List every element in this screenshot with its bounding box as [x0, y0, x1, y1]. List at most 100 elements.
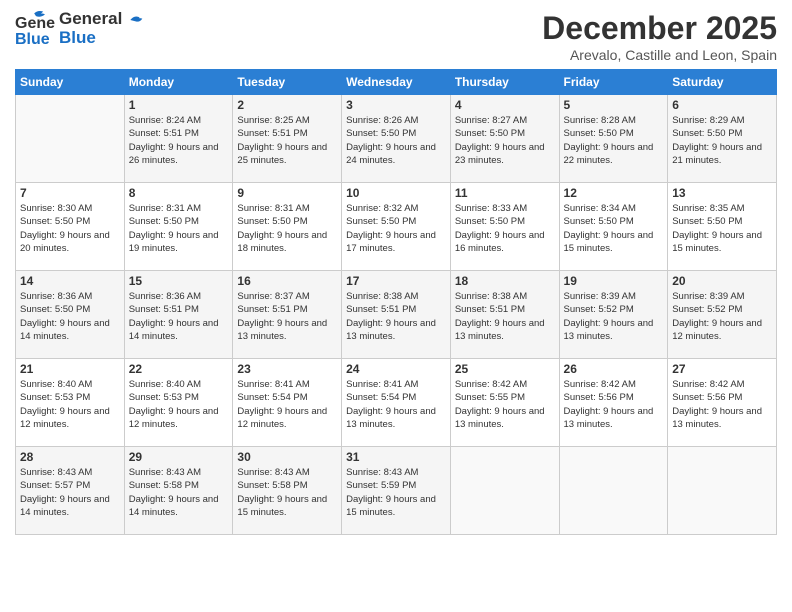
- day-info: Sunrise: 8:25 AM Sunset: 5:51 PM Dayligh…: [237, 114, 337, 167]
- calendar-cell: 6 Sunrise: 8:29 AM Sunset: 5:50 PM Daylig…: [668, 95, 777, 183]
- calendar-cell: 18Sunrise: 8:38 AM Sunset: 5:51 PM Dayli…: [450, 271, 559, 359]
- calendar-header: SundayMondayTuesdayWednesdayThursdayFrid…: [16, 70, 777, 95]
- calendar-cell: 31 Sunrise: 8:43 AM Sunset: 5:59 PM Dayli…: [342, 447, 451, 535]
- page-container: General Blue General Blue Decembe: [0, 0, 792, 545]
- day-number: 29: [129, 450, 229, 464]
- day-info: Sunrise: 8:42 AM Sunset: 5:56 PM Dayligh…: [564, 378, 664, 431]
- day-info: Sunrise: 8:28 AM Sunset: 5:50 PM Dayligh…: [564, 114, 664, 167]
- calendar-cell: 9 Sunrise: 8:31 AM Sunset: 5:50 PM Daylig…: [233, 183, 342, 271]
- day-number: 28: [20, 450, 120, 464]
- day-number: 19: [564, 274, 664, 288]
- day-info: Sunrise: 8:26 AM Sunset: 5:50 PM Dayligh…: [346, 114, 446, 167]
- day-info: Sunrise: 8:39 AM Sunset: 5:52 PM Dayligh…: [672, 290, 772, 343]
- day-number: 21: [20, 362, 120, 376]
- day-info: Sunrise: 8:32 AM Sunset: 5:50 PM Dayligh…: [346, 202, 446, 255]
- title-block: December 2025 Arevalo, Castille and Leon…: [542, 10, 777, 63]
- week-row-1: 1 Sunrise: 8:24 AM Sunset: 5:51 PM Daylig…: [16, 95, 777, 183]
- day-info: Sunrise: 8:34 AM Sunset: 5:50 PM Dayligh…: [564, 202, 664, 255]
- day-info: Sunrise: 8:43 AM Sunset: 5:59 PM Dayligh…: [346, 466, 446, 519]
- weekday-header-saturday: Saturday: [668, 70, 777, 95]
- week-row-5: 28Sunrise: 8:43 AM Sunset: 5:57 PM Dayli…: [16, 447, 777, 535]
- logo-line1: General: [59, 10, 149, 29]
- week-row-3: 14Sunrise: 8:36 AM Sunset: 5:50 PM Dayli…: [16, 271, 777, 359]
- day-info: Sunrise: 8:33 AM Sunset: 5:50 PM Dayligh…: [455, 202, 555, 255]
- calendar-cell: [16, 95, 125, 183]
- calendar-cell: 28Sunrise: 8:43 AM Sunset: 5:57 PM Dayli…: [16, 447, 125, 535]
- day-number: 26: [564, 362, 664, 376]
- day-number: 18: [455, 274, 555, 288]
- calendar-cell: 19 Sunrise: 8:39 AM Sunset: 5:52 PM Dayli…: [559, 271, 668, 359]
- calendar-cell: 14Sunrise: 8:36 AM Sunset: 5:50 PM Dayli…: [16, 271, 125, 359]
- day-number: 27: [672, 362, 772, 376]
- calendar-cell: 13 Sunrise: 8:35 AM Sunset: 5:50 PM Dayli…: [668, 183, 777, 271]
- calendar-cell: [450, 447, 559, 535]
- logo-icon: General Blue: [15, 10, 55, 48]
- calendar-cell: 8 Sunrise: 8:31 AM Sunset: 5:50 PM Daylig…: [124, 183, 233, 271]
- calendar-cell: 30Sunrise: 8:43 AM Sunset: 5:58 PM Dayli…: [233, 447, 342, 535]
- day-number: 8: [129, 186, 229, 200]
- day-number: 31: [346, 450, 446, 464]
- day-info: Sunrise: 8:24 AM Sunset: 5:51 PM Dayligh…: [129, 114, 229, 167]
- calendar-cell: 15 Sunrise: 8:36 AM Sunset: 5:51 PM Dayli…: [124, 271, 233, 359]
- day-info: Sunrise: 8:31 AM Sunset: 5:50 PM Dayligh…: [129, 202, 229, 255]
- calendar-cell: 16 Sunrise: 8:37 AM Sunset: 5:51 PM Dayli…: [233, 271, 342, 359]
- day-number: 7: [20, 186, 120, 200]
- day-info: Sunrise: 8:35 AM Sunset: 5:50 PM Dayligh…: [672, 202, 772, 255]
- day-number: 4: [455, 98, 555, 112]
- day-info: Sunrise: 8:31 AM Sunset: 5:50 PM Dayligh…: [237, 202, 337, 255]
- day-info: Sunrise: 8:43 AM Sunset: 5:58 PM Dayligh…: [237, 466, 337, 519]
- day-number: 9: [237, 186, 337, 200]
- page-subtitle: Arevalo, Castille and Leon, Spain: [542, 47, 777, 63]
- calendar-cell: 1 Sunrise: 8:24 AM Sunset: 5:51 PM Daylig…: [124, 95, 233, 183]
- week-row-4: 21 Sunrise: 8:40 AM Sunset: 5:53 PM Dayli…: [16, 359, 777, 447]
- calendar-cell: 4 Sunrise: 8:27 AM Sunset: 5:50 PM Daylig…: [450, 95, 559, 183]
- calendar-cell: 5 Sunrise: 8:28 AM Sunset: 5:50 PM Daylig…: [559, 95, 668, 183]
- day-info: Sunrise: 8:43 AM Sunset: 5:58 PM Dayligh…: [129, 466, 229, 519]
- calendar-cell: 3 Sunrise: 8:26 AM Sunset: 5:50 PM Daylig…: [342, 95, 451, 183]
- day-number: 14: [20, 274, 120, 288]
- weekday-header-tuesday: Tuesday: [233, 70, 342, 95]
- logo-line2: Blue: [59, 29, 149, 48]
- day-info: Sunrise: 8:41 AM Sunset: 5:54 PM Dayligh…: [237, 378, 337, 431]
- calendar-cell: [559, 447, 668, 535]
- day-info: Sunrise: 8:37 AM Sunset: 5:51 PM Dayligh…: [237, 290, 337, 343]
- day-number: 20: [672, 274, 772, 288]
- day-info: Sunrise: 8:40 AM Sunset: 5:53 PM Dayligh…: [129, 378, 229, 431]
- day-info: Sunrise: 8:29 AM Sunset: 5:50 PM Dayligh…: [672, 114, 772, 167]
- weekday-header-thursday: Thursday: [450, 70, 559, 95]
- calendar-cell: 25Sunrise: 8:42 AM Sunset: 5:55 PM Dayli…: [450, 359, 559, 447]
- weekday-header-monday: Monday: [124, 70, 233, 95]
- day-number: 16: [237, 274, 337, 288]
- day-info: Sunrise: 8:41 AM Sunset: 5:54 PM Dayligh…: [346, 378, 446, 431]
- day-number: 13: [672, 186, 772, 200]
- weekday-header-sunday: Sunday: [16, 70, 125, 95]
- day-number: 6: [672, 98, 772, 112]
- day-info: Sunrise: 8:40 AM Sunset: 5:53 PM Dayligh…: [20, 378, 120, 431]
- calendar-cell: 24 Sunrise: 8:41 AM Sunset: 5:54 PM Dayli…: [342, 359, 451, 447]
- svg-text:Blue: Blue: [15, 31, 50, 48]
- day-info: Sunrise: 8:27 AM Sunset: 5:50 PM Dayligh…: [455, 114, 555, 167]
- calendar-cell: 22Sunrise: 8:40 AM Sunset: 5:53 PM Dayli…: [124, 359, 233, 447]
- calendar-cell: 29 Sunrise: 8:43 AM Sunset: 5:58 PM Dayli…: [124, 447, 233, 535]
- weekday-header-row: SundayMondayTuesdayWednesdayThursdayFrid…: [16, 70, 777, 95]
- calendar-cell: 21 Sunrise: 8:40 AM Sunset: 5:53 PM Dayli…: [16, 359, 125, 447]
- day-number: 24: [346, 362, 446, 376]
- day-info: Sunrise: 8:38 AM Sunset: 5:51 PM Dayligh…: [346, 290, 446, 343]
- day-number: 15: [129, 274, 229, 288]
- calendar-cell: 12 Sunrise: 8:34 AM Sunset: 5:50 PM Dayli…: [559, 183, 668, 271]
- day-info: Sunrise: 8:42 AM Sunset: 5:56 PM Dayligh…: [672, 378, 772, 431]
- bird-icon: [129, 13, 149, 27]
- day-number: 1: [129, 98, 229, 112]
- page-title: December 2025: [542, 10, 777, 47]
- page-header: General Blue General Blue Decembe: [15, 10, 777, 63]
- logo: General Blue General Blue: [15, 10, 149, 48]
- day-info: Sunrise: 8:39 AM Sunset: 5:52 PM Dayligh…: [564, 290, 664, 343]
- day-number: 2: [237, 98, 337, 112]
- day-info: Sunrise: 8:36 AM Sunset: 5:51 PM Dayligh…: [129, 290, 229, 343]
- day-number: 12: [564, 186, 664, 200]
- day-number: 17: [346, 274, 446, 288]
- day-number: 3: [346, 98, 446, 112]
- calendar-cell: 10Sunrise: 8:32 AM Sunset: 5:50 PM Dayli…: [342, 183, 451, 271]
- day-number: 5: [564, 98, 664, 112]
- calendar-cell: 26 Sunrise: 8:42 AM Sunset: 5:56 PM Dayli…: [559, 359, 668, 447]
